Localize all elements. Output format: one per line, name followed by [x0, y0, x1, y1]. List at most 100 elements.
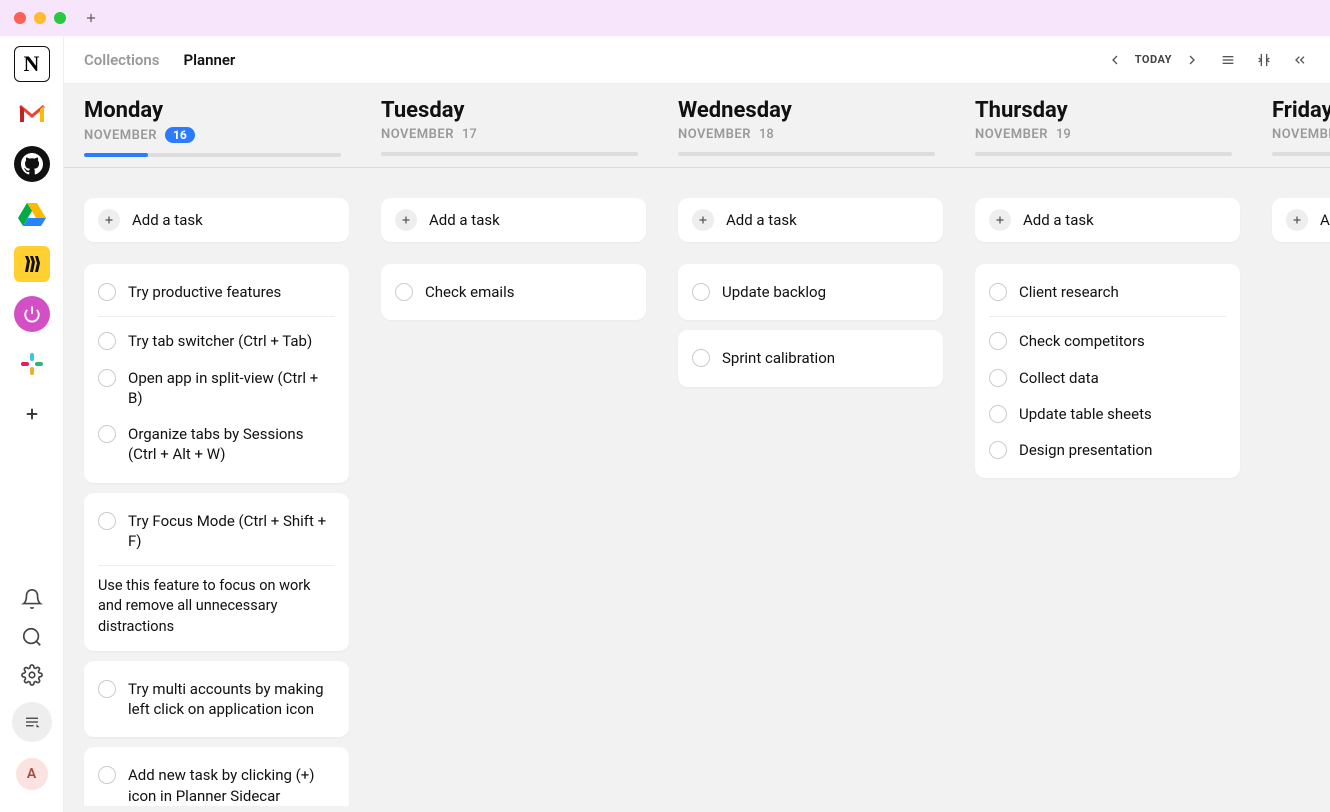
- collapse-icon[interactable]: [1254, 50, 1274, 70]
- task-checkbox[interactable]: [989, 369, 1007, 387]
- day-month: NOVEMBER: [678, 127, 751, 142]
- subtask-title: Collect data: [1019, 368, 1099, 388]
- task-card[interactable]: Sprint calibration: [678, 330, 943, 386]
- day-month: NOVEMBER: [975, 127, 1048, 142]
- task-card[interactable]: Try productive features Try tab switcher …: [84, 264, 349, 483]
- today-button[interactable]: TODAY: [1135, 53, 1172, 66]
- add-task-label: Add a task: [1023, 211, 1094, 229]
- tab-collections[interactable]: Collections: [84, 51, 160, 69]
- next-day-button[interactable]: [1182, 50, 1202, 70]
- task-title: Check emails: [425, 282, 514, 302]
- subtask-row[interactable]: Organize tabs by Sessions (Ctrl + Alt + …: [98, 420, 335, 469]
- task-checkbox[interactable]: [98, 680, 116, 698]
- day-progress: [84, 153, 341, 157]
- task-title: Client research: [1019, 282, 1119, 302]
- subtask-title: Organize tabs by Sessions (Ctrl + Alt + …: [128, 424, 335, 465]
- subtask-row[interactable]: Design presentation: [989, 436, 1226, 464]
- task-title: Try productive features: [128, 282, 281, 302]
- list-view-icon[interactable]: [1218, 50, 1238, 70]
- day-column: Add a task Try productive features Try tab…: [64, 168, 361, 806]
- task-card[interactable]: Update backlog: [678, 264, 943, 320]
- day-progress: [678, 152, 935, 156]
- task-checkbox[interactable]: [98, 766, 116, 784]
- expand-sidebar-icon[interactable]: [1290, 50, 1310, 70]
- minimize-window-button[interactable]: [34, 12, 46, 24]
- prev-day-button[interactable]: [1105, 50, 1125, 70]
- app-miro[interactable]: [14, 246, 50, 282]
- task-checkbox[interactable]: [989, 332, 1007, 350]
- subtask-row[interactable]: Update table sheets: [989, 400, 1226, 428]
- task-checkbox[interactable]: [98, 332, 116, 350]
- task-checkbox[interactable]: [98, 283, 116, 301]
- main: Collections Planner TODAY Monday NOVEMBE…: [64, 36, 1330, 812]
- day-header: Thursday NOVEMBER 19: [955, 84, 1252, 167]
- add-task-button[interactable]: Add a task: [381, 198, 646, 242]
- day-column: Add a task: [1252, 168, 1330, 806]
- app-slack[interactable]: [14, 346, 50, 382]
- add-task-label: Add a task: [132, 211, 203, 229]
- task-checkbox[interactable]: [395, 283, 413, 301]
- subtask-row[interactable]: Try tab switcher (Ctrl + Tab): [98, 327, 335, 355]
- tab-planner[interactable]: Planner: [184, 51, 236, 69]
- day-month: NOVEMBER: [1272, 127, 1330, 142]
- subtask-title: Design presentation: [1019, 440, 1152, 460]
- task-checkbox[interactable]: [692, 349, 710, 367]
- day-name: Monday: [84, 98, 341, 123]
- add-task-button[interactable]: Add a task: [1272, 198, 1330, 242]
- add-task-label: Add a task: [1320, 211, 1330, 229]
- subtask-row[interactable]: Open app in split-view (Ctrl + B): [98, 364, 335, 413]
- task-card[interactable]: Try Focus Mode (Ctrl + Shift + F) Use thi…: [84, 493, 349, 651]
- subtask-row[interactable]: Check competitors: [989, 327, 1226, 355]
- bookmarks-icon[interactable]: [12, 702, 52, 742]
- task-checkbox[interactable]: [989, 441, 1007, 459]
- app-github[interactable]: [14, 146, 50, 182]
- day-header: Tuesday NOVEMBER 17: [361, 84, 658, 167]
- settings-icon[interactable]: [21, 664, 43, 686]
- day-column: Add a task Update backlog Sprint calibrati…: [658, 168, 955, 806]
- app-power[interactable]: [14, 296, 50, 332]
- day-progress: [381, 152, 638, 156]
- task-checkbox[interactable]: [989, 405, 1007, 423]
- task-title: Try multi accounts by making left click …: [128, 679, 335, 720]
- subtask-list: Try tab switcher (Ctrl + Tab) Open app in…: [98, 316, 335, 468]
- task-title: Try Focus Mode (Ctrl + Shift + F): [128, 511, 335, 552]
- app-gmail[interactable]: [14, 96, 50, 132]
- app-notion[interactable]: N: [14, 46, 50, 82]
- task-note: Use this feature to focus on work and re…: [98, 565, 335, 637]
- add-task-button[interactable]: Add a task: [975, 198, 1240, 242]
- search-icon[interactable]: [21, 626, 43, 648]
- task-card[interactable]: Client research Check competitors Collect …: [975, 264, 1240, 478]
- task-checkbox[interactable]: [98, 425, 116, 443]
- topbar: Collections Planner TODAY: [64, 36, 1330, 84]
- task-checkbox[interactable]: [98, 512, 116, 530]
- close-window-button[interactable]: [14, 12, 26, 24]
- new-tab-button[interactable]: [82, 9, 100, 27]
- task-checkbox[interactable]: [98, 369, 116, 387]
- avatar[interactable]: A: [16, 758, 48, 790]
- sidebar: N: [0, 36, 64, 812]
- maximize-window-button[interactable]: [54, 12, 66, 24]
- task-checkbox[interactable]: [692, 283, 710, 301]
- day-name: Thursday: [975, 98, 1232, 123]
- task-checkbox[interactable]: [989, 283, 1007, 301]
- subtask-title: Check competitors: [1019, 331, 1145, 351]
- task-card[interactable]: Check emails: [381, 264, 646, 320]
- subtask-title: Update table sheets: [1019, 404, 1152, 424]
- task-card[interactable]: Add new task by clicking (+) icon in Pla…: [84, 747, 349, 806]
- notifications-icon[interactable]: [21, 588, 43, 610]
- add-task-label: Add a task: [726, 211, 797, 229]
- task-card[interactable]: Try multi accounts by making left click …: [84, 661, 349, 738]
- day-number: 17: [462, 127, 477, 142]
- add-app-button[interactable]: [14, 396, 50, 432]
- add-task-button[interactable]: Add a task: [84, 198, 349, 242]
- day-progress: [975, 152, 1232, 156]
- add-task-button[interactable]: Add a task: [678, 198, 943, 242]
- day-column: Add a task Client research Check competito…: [955, 168, 1252, 806]
- day-name: Friday: [1272, 98, 1330, 123]
- task-title: Add new task by clicking (+) icon in Pla…: [128, 765, 335, 806]
- plus-icon: [395, 209, 417, 231]
- plus-icon: [98, 209, 120, 231]
- plus-icon: [1286, 209, 1308, 231]
- app-gdrive[interactable]: [14, 196, 50, 232]
- subtask-row[interactable]: Collect data: [989, 364, 1226, 392]
